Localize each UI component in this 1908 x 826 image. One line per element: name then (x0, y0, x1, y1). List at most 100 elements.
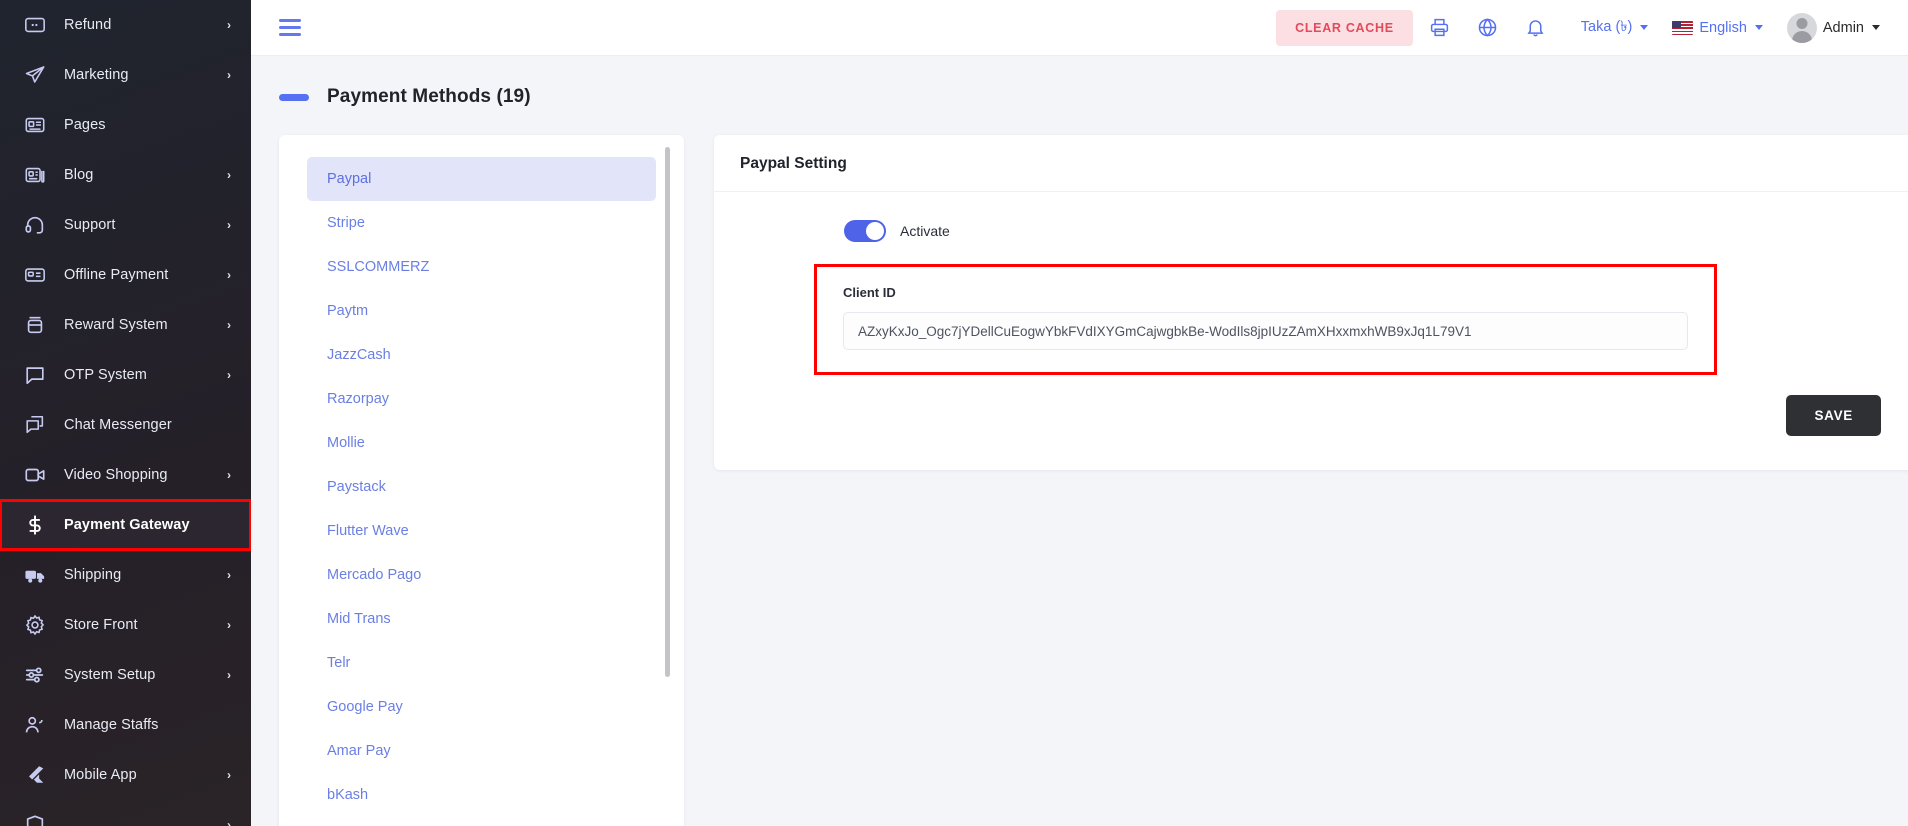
language-selector[interactable]: English (1672, 20, 1763, 36)
method-item-razorpay[interactable]: Razorpay (307, 377, 656, 421)
method-label: Paystack (327, 479, 386, 495)
paypal-setting-card: Paypal Setting Activate Client ID AZxyKx… (714, 135, 1908, 470)
sidebar-item-refund[interactable]: Refund › (0, 0, 251, 50)
method-item-mid-trans[interactable]: Mid Trans (307, 597, 656, 641)
globe-icon[interactable] (1467, 7, 1509, 49)
currency-label: Taka (৳) (1580, 18, 1633, 35)
gear-icon (22, 612, 48, 638)
method-item-mercado-pago[interactable]: Mercado Pago (307, 553, 656, 597)
content-area: Paypal Stripe SSLCOMMERZ Paytm JazzCash … (251, 108, 1908, 826)
dollar-icon (22, 512, 48, 538)
reward-icon (22, 312, 48, 338)
sidebar-item-marketing[interactable]: Marketing › (0, 50, 251, 100)
chevron-right-icon: › (227, 68, 231, 82)
sidebar-item-shipping[interactable]: Shipping › (0, 550, 251, 600)
sidebar-item-blog[interactable]: Blog › (0, 150, 251, 200)
method-label: bKash (327, 787, 369, 803)
sidebar-item-reward-system[interactable]: Reward System › (0, 300, 251, 350)
method-item-telr[interactable]: Telr (307, 641, 656, 685)
method-item-amar-pay[interactable]: Amar Pay (307, 729, 656, 773)
sidebar-item-label: Blog (64, 167, 94, 183)
sidebar-item-otp-system[interactable]: OTP System › (0, 350, 251, 400)
sidebar-item-support[interactable]: Support › (0, 200, 251, 250)
users-icon (22, 712, 48, 738)
sidebar-item-label: Refund (64, 17, 112, 33)
client-id-input[interactable] (843, 312, 1688, 350)
video-camera-icon (22, 462, 48, 488)
method-label: SSLCOMMERZ (327, 259, 430, 275)
sidebar-item-mobile-app[interactable]: Mobile App › (0, 750, 251, 800)
sidebar-item-label: Payment Gateway (64, 517, 190, 533)
chat-bubble-icon (22, 362, 48, 388)
method-label: Mid Trans (327, 611, 391, 627)
clear-cache-button[interactable]: CLEAR CACHE (1276, 9, 1413, 46)
chevron-right-icon: › (227, 668, 231, 682)
method-item-paytm[interactable]: Paytm (307, 289, 656, 333)
method-label: Paytm (327, 303, 369, 319)
payment-methods-list: Paypal Stripe SSLCOMMERZ Paytm JazzCash … (279, 157, 684, 817)
chevron-right-icon: › (227, 568, 231, 582)
method-label: Razorpay (327, 391, 390, 407)
sidebar-item-pages[interactable]: Pages (0, 100, 251, 150)
page-title: Payment Methods (19) (327, 86, 531, 107)
sidebar-item-label: System Setup (64, 667, 156, 683)
blog-icon (22, 162, 48, 188)
method-item-jazzcash[interactable]: JazzCash (307, 333, 656, 377)
method-label: Amar Pay (327, 743, 391, 759)
activate-row: Activate (740, 220, 1908, 242)
topbar: CLEAR CACHE Taka (৳) English Admin (251, 0, 1908, 56)
sidebar-item-label: Mobile App (64, 767, 137, 783)
sidebar-item-label: Store Front (64, 617, 138, 633)
user-menu[interactable]: Admin (1786, 12, 1880, 43)
sidebar-item-label: Marketing (64, 67, 129, 83)
sidebar-item-partial[interactable]: › (0, 800, 251, 826)
printer-icon[interactable] (1419, 7, 1461, 49)
chevron-right-icon: › (227, 168, 231, 182)
chevron-down-icon (1872, 25, 1880, 30)
save-row: SAVE (740, 375, 1908, 436)
chevron-down-icon (1640, 25, 1649, 30)
sidebar-item-store-front[interactable]: Store Front › (0, 600, 251, 650)
sidebar-item-label: OTP System (64, 367, 147, 383)
sidebar-item-system-setup[interactable]: System Setup › (0, 650, 251, 700)
client-id-label: Client ID (843, 285, 896, 300)
save-button[interactable]: SAVE (1786, 395, 1881, 436)
sidebar-item-label: Offline Payment (64, 267, 169, 283)
sidebar-item-manage-staffs[interactable]: Manage Staffs (0, 700, 251, 750)
method-item-google-pay[interactable]: Google Pay (307, 685, 656, 729)
method-item-mollie[interactable]: Mollie (307, 421, 656, 465)
hamburger-icon[interactable] (279, 19, 301, 36)
currency-selector[interactable]: Taka (৳) (1581, 16, 1649, 40)
chevron-right-icon: › (227, 368, 231, 382)
method-item-flutter-wave[interactable]: Flutter Wave (307, 509, 656, 553)
sidebar-item-label: Reward System (64, 317, 168, 333)
setting-title: Paypal Setting (740, 155, 847, 172)
method-item-paypal[interactable]: Paypal (307, 157, 656, 201)
setting-card-header: Paypal Setting (714, 135, 1908, 192)
activate-toggle[interactable] (844, 220, 886, 242)
sidebar-item-chat-messenger[interactable]: Chat Messenger (0, 400, 251, 450)
title-accent-bar (279, 93, 309, 101)
method-item-sslcommerz[interactable]: SSLCOMMERZ (307, 245, 656, 289)
sidebar-item-payment-gateway[interactable]: Payment Gateway (0, 499, 251, 551)
language-label: English (1699, 19, 1747, 36)
method-label: Google Pay (327, 699, 403, 715)
chevron-right-icon: › (227, 468, 231, 482)
chevron-right-icon: › (227, 218, 231, 232)
sidebar-item-label: Pages (64, 117, 106, 133)
setting-card-body: Activate Client ID SAVE (714, 192, 1908, 470)
method-item-stripe[interactable]: Stripe (307, 201, 656, 245)
sidebar-item-video-shopping[interactable]: Video Shopping › (0, 450, 251, 500)
method-label: Flutter Wave (327, 523, 409, 539)
sidebar-item-label: Support (64, 217, 116, 233)
method-label: Telr (327, 655, 351, 671)
method-item-paystack[interactable]: Paystack (307, 465, 656, 509)
method-item-bkash[interactable]: bKash (307, 773, 656, 817)
toggle-knob (866, 222, 884, 240)
page-header: Payment Methods (19) (251, 56, 1908, 108)
bell-icon[interactable] (1515, 7, 1557, 49)
sidebar-item-offline-payment[interactable]: Offline Payment › (0, 250, 251, 300)
chevron-right-icon: › (227, 18, 231, 32)
methods-list-scrollbar[interactable] (665, 147, 670, 677)
payment-methods-card: Paypal Stripe SSLCOMMERZ Paytm JazzCash … (279, 135, 684, 826)
